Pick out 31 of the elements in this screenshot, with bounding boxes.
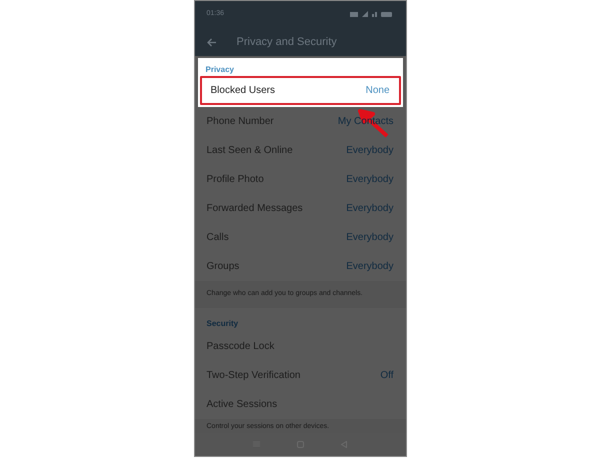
header-title: Privacy and Security	[236, 34, 337, 50]
settings-row[interactable]: Profile Photo Everybody	[194, 165, 406, 194]
row-label: Profile Photo	[206, 173, 264, 187]
settings-row[interactable]: Active Sessions	[194, 390, 406, 418]
row-label: Phone Number	[206, 115, 274, 129]
row-value: Everybody	[346, 260, 394, 274]
row-label: Active Sessions	[206, 398, 278, 412]
row-label: Groups	[206, 260, 240, 274]
settings-row[interactable]: Groups Everybody	[194, 252, 406, 281]
row-label: Calls	[206, 231, 229, 245]
settings-row[interactable]: Two-Step Verification Off	[194, 360, 406, 390]
row-value: Everybody	[346, 144, 394, 158]
row-value: None	[366, 84, 390, 98]
section-title: Security	[206, 318, 240, 330]
row-label: Passcode Lock	[206, 340, 274, 354]
row-value: Everybody	[346, 231, 394, 245]
back-arrow-icon[interactable]	[206, 38, 216, 46]
row-label: Two-Step Verification	[206, 368, 300, 382]
row-label: Forwarded Messages	[206, 202, 303, 216]
row-value: Everybody	[346, 202, 394, 216]
settings-row[interactable]: Last Seen & Online Everybody	[194, 136, 406, 165]
settings-row[interactable]: Passcode Lock	[194, 332, 406, 360]
highlighted-settings-row[interactable]: Blocked Users None	[200, 76, 400, 105]
status-icons	[350, 11, 394, 18]
settings-row[interactable]: Calls Everybody	[194, 223, 406, 252]
row-value: Everybody	[346, 173, 394, 187]
section-title: Privacy	[204, 64, 235, 76]
row-value: Off	[380, 368, 394, 382]
row-label: Last Seen & Online	[206, 144, 293, 158]
settings-row[interactable]: Forwarded Messages Everybody	[194, 194, 406, 223]
row-label: Blocked Users	[210, 84, 275, 98]
